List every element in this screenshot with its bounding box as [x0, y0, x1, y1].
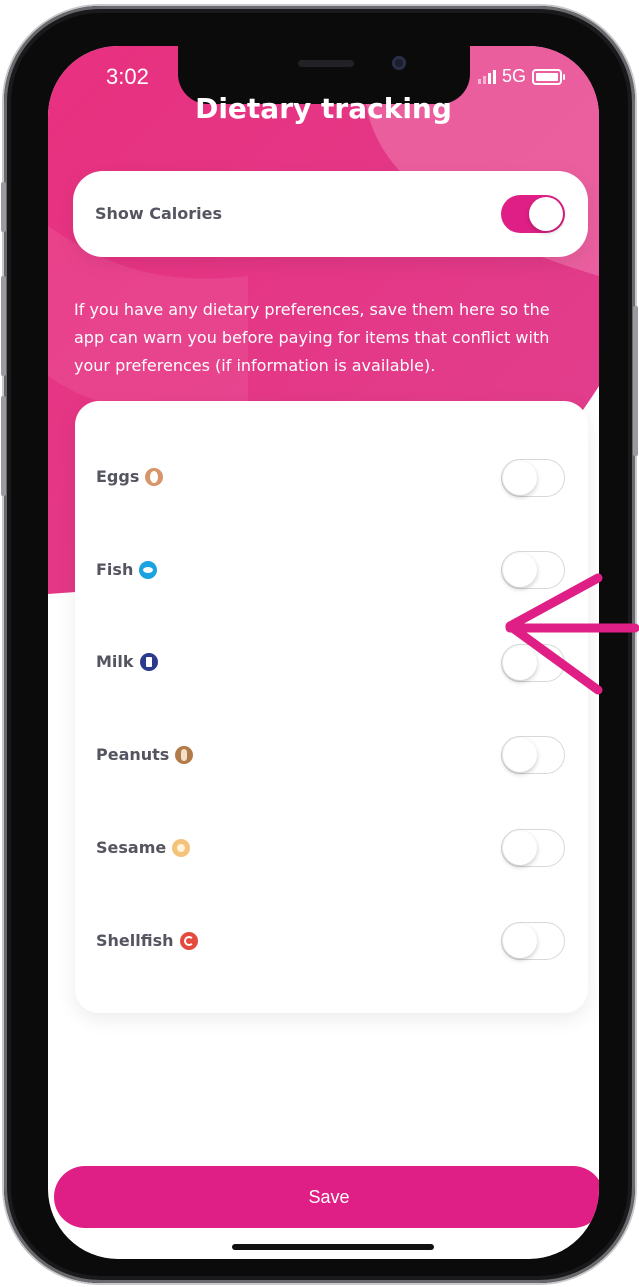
status-indicators: 5G — [478, 66, 566, 87]
power-button — [633, 306, 638, 456]
calories-card: Show Calories — [73, 171, 588, 257]
front-camera — [392, 56, 406, 70]
allergen-row-shellfish[interactable]: Shellfish — [96, 931, 198, 950]
peanuts-toggle[interactable] — [501, 736, 565, 774]
battery-icon — [532, 68, 566, 85]
volume-down-button — [1, 396, 6, 496]
network-label: 5G — [502, 66, 527, 86]
dietary-info-text: If you have any dietary preferences, sav… — [74, 300, 550, 375]
calories-toggle[interactable] — [501, 195, 565, 233]
allergen-row-milk[interactable]: Milk — [96, 652, 158, 671]
allergen-row-peanuts[interactable]: Peanuts — [96, 745, 194, 764]
sesame-toggle[interactable] — [501, 829, 565, 867]
shellfish-icon — [179, 931, 198, 950]
allergen-row-eggs[interactable]: Eggs — [96, 467, 164, 486]
allergen-label: Fish — [96, 560, 134, 579]
allergen-label: Eggs — [96, 467, 140, 486]
peanut-icon — [175, 745, 194, 764]
toggle-knob — [529, 197, 563, 231]
volume-up-button — [1, 276, 6, 376]
calories-label: Show Calories — [95, 204, 223, 223]
sesame-icon — [172, 838, 191, 857]
shellfish-toggle[interactable] — [501, 922, 565, 960]
toggle-knob — [503, 831, 537, 865]
allergen-label: Milk — [96, 652, 134, 671]
milk-icon — [139, 652, 158, 671]
allergen-label: Shellfish — [96, 931, 174, 950]
page-title: Dietary tracking — [195, 92, 452, 125]
allergen-label: Peanuts — [96, 745, 170, 764]
toggle-knob — [503, 461, 537, 495]
save-button[interactable]: Save — [54, 1166, 599, 1228]
mute-switch — [1, 182, 6, 232]
egg-icon — [145, 467, 164, 486]
allergen-row-sesame[interactable]: Sesame — [96, 838, 191, 857]
speaker — [298, 60, 354, 67]
home-indicator[interactable] — [232, 1244, 434, 1250]
fish-icon — [139, 560, 158, 579]
annotation-arrow-icon — [505, 573, 639, 695]
toggle-knob — [503, 738, 537, 772]
toggle-knob — [503, 924, 537, 958]
signal-icon — [478, 69, 496, 84]
eggs-toggle[interactable] — [501, 459, 565, 497]
allergen-row-fish[interactable]: Fish — [96, 560, 158, 579]
allergen-label: Sesame — [96, 838, 167, 857]
status-time: 3:02 — [106, 64, 149, 89]
